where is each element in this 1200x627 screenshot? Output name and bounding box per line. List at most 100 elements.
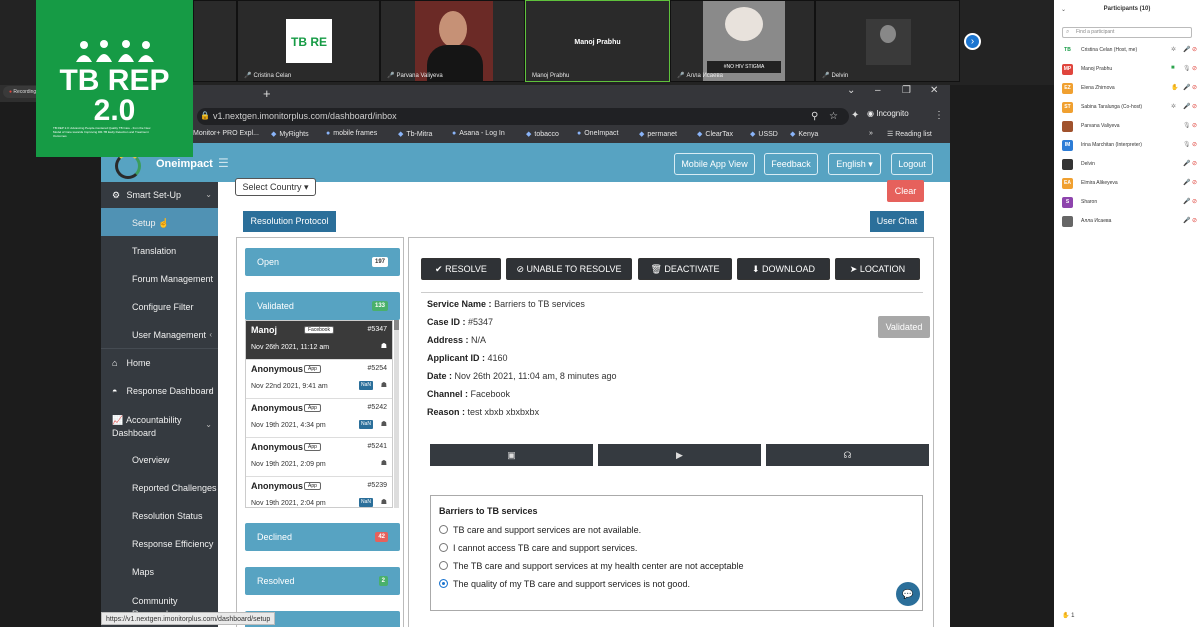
- radio-button[interactable]: [439, 561, 448, 570]
- unable-to-resolve-button[interactable]: ⊘ UNABLE TO RESOLVE: [506, 258, 632, 280]
- incognito-profile[interactable]: ◉ Incognito: [867, 109, 909, 118]
- feedback-button[interactable]: Feedback: [764, 153, 818, 175]
- reading-list[interactable]: ☰ Reading list: [887, 130, 932, 138]
- case-list-item[interactable]: Anonymous App #5242 Nov 19th 2021, 4:34 …: [246, 399, 392, 438]
- next-page-arrow-icon[interactable]: ›: [964, 33, 981, 50]
- participant-row[interactable]: EZ Elena Zhirnova ✋ 🎤 ⊘: [1062, 83, 1197, 95]
- case-list-scrollbar[interactable]: [394, 320, 399, 508]
- extensions-puzzle-icon[interactable]: ✦: [851, 110, 859, 121]
- case-list-item[interactable]: Manoj Facebook #5347 Nov 26th 2021, 11:1…: [246, 321, 392, 360]
- bookmark-item[interactable]: ◆ Kenya: [790, 130, 818, 138]
- sidebar-item-overview[interactable]: Overview: [101, 455, 218, 465]
- mobile-app-view-button[interactable]: Mobile App View: [674, 153, 755, 175]
- case-list-item[interactable]: Anonymous App #5239 Nov 19th 2021, 2:04 …: [246, 477, 392, 507]
- browser-menu-icon[interactable]: ⋮: [934, 110, 944, 121]
- case-list-item[interactable]: Anonymous App #5254 Nov 22nd 2021, 9:41 …: [246, 360, 392, 399]
- sidebar-item-response-efficiency[interactable]: Response Efficiency: [101, 539, 218, 549]
- sidebar-item-resolution-status[interactable]: Resolution Status: [101, 511, 218, 521]
- participant-row[interactable]: MP Manoj Prabhu ■ 🎙 ⊘: [1062, 64, 1197, 76]
- radio-button[interactable]: [439, 525, 448, 534]
- minimize-icon[interactable]: –: [875, 85, 881, 96]
- source-badge: App: [304, 404, 321, 412]
- more-bookmarks-chevron[interactable]: »: [869, 130, 873, 137]
- status-declined-header[interactable]: Declined 42: [245, 523, 400, 551]
- video-tile[interactable]: [193, 0, 237, 82]
- sidebar-item-home[interactable]: ⌂ Home: [101, 358, 218, 368]
- sidebar-item-forum-management[interactable]: Forum Management: [101, 274, 218, 284]
- participant-row[interactable]: IM Irina Marchitan (Interpreter) 🎙 ⊘: [1062, 140, 1197, 152]
- image-attachment-button[interactable]: ▣: [430, 444, 593, 466]
- status-validated-header[interactable]: Validated 133: [245, 292, 400, 320]
- resolve-button[interactable]: ✔ RESOLVE: [421, 258, 501, 280]
- bookmark-icon: ◆: [697, 131, 703, 138]
- scrollbar-thumb[interactable]: [394, 320, 399, 330]
- bookmark-icon: ◆: [398, 131, 404, 138]
- bookmark-item[interactable]: ◆ USSD: [750, 130, 778, 138]
- user-chat-button[interactable]: User Chat: [870, 211, 924, 232]
- video-tile[interactable]: 🎤 Parvana Valiyeva: [380, 0, 525, 82]
- new-tab-button[interactable]: +: [263, 86, 271, 101]
- sidebar-item-reported-challenges[interactable]: Reported Challenges: [101, 483, 218, 493]
- participant-row[interactable]: S Sharon 🎤 ⊘: [1062, 197, 1197, 209]
- participant-row[interactable]: Parvana Valiyeva 🎙 ⊘: [1062, 121, 1197, 133]
- participant-row[interactable]: Алла Исаева 🎤 ⊘: [1062, 216, 1197, 228]
- clear-button[interactable]: Clear: [887, 180, 924, 202]
- tile-name: 🎤 Алла Исаева: [677, 73, 723, 79]
- muted-mic-icon: 🎤: [1183, 180, 1191, 186]
- select-country-dropdown[interactable]: Select Country ▾: [235, 178, 316, 196]
- sidebar-item-maps[interactable]: Maps: [101, 567, 218, 577]
- sidebar-item-translation[interactable]: Translation: [101, 246, 218, 256]
- video-tile[interactable]: TB RE 🎤 Cristina Celan: [237, 0, 380, 82]
- participant-search-input[interactable]: ⌕ Find a participant: [1062, 27, 1192, 38]
- resolution-protocol-button[interactable]: Resolution Protocol: [243, 211, 336, 232]
- download-button[interactable]: ⬇ DOWNLOAD: [737, 258, 830, 280]
- barrier-option[interactable]: TB care and support services are not ava…: [439, 525, 641, 535]
- avatar: IM: [1062, 140, 1073, 151]
- status-resolved-header[interactable]: Resolved 2: [245, 567, 400, 595]
- audio-attachment-button[interactable]: ☊: [766, 444, 929, 466]
- restore-icon[interactable]: ❐: [902, 85, 911, 96]
- language-dropdown[interactable]: English ▾: [828, 153, 881, 175]
- video-tile[interactable]: 🎤 Delvin: [815, 0, 960, 82]
- video-tile[interactable]: #NO HIV STIGMA 🎤 Алла Исаева: [670, 0, 815, 82]
- bookmark-item[interactable]: ◆ permanet: [639, 130, 677, 138]
- bookmark-item[interactable]: ◆ ClearTax: [697, 130, 733, 138]
- bookmark-item[interactable]: Monitor+ PRO Expl...: [193, 130, 259, 137]
- sidebar-item-smart-setup[interactable]: ⚙ Smart Set-Up ⌄: [101, 190, 218, 201]
- bookmark-star-icon[interactable]: ☆: [829, 111, 838, 122]
- status-open-header[interactable]: Open 197: [245, 248, 400, 276]
- sidebar-item-accountability-dashboard[interactable]: 📈 Accountability Dashboard ⌄: [101, 414, 212, 440]
- bookmark-item[interactable]: ● OneImpact: [577, 130, 618, 137]
- bookmark-item[interactable]: ◆ tobacco: [526, 130, 559, 138]
- location-button[interactable]: ➤ LOCATION: [835, 258, 920, 280]
- radio-button-selected[interactable]: [439, 579, 448, 588]
- sidebar-item-setup[interactable]: Setup ☝: [101, 218, 218, 229]
- participant-row[interactable]: EA Elmira Alikeyeva 🎤 ⊘: [1062, 178, 1198, 190]
- location-pin-icon[interactable]: ⚲: [811, 111, 818, 122]
- video-off-icon: ⊘: [1192, 180, 1198, 186]
- participant-row[interactable]: ST Sabina Taralunga (Co-host) ✲ 🎤 ⊘: [1062, 102, 1197, 114]
- logout-button[interactable]: Logout: [891, 153, 933, 175]
- hamburger-menu-icon[interactable]: ☰: [218, 156, 229, 170]
- bookmark-item[interactable]: ◆ MyRights: [271, 130, 309, 138]
- url-field[interactable]: 🔒 v1.nextgen.imonitorplus.com/dashboard/…: [197, 108, 849, 125]
- participant-row[interactable]: TB Cristina Celan (Host, me) ✲ 🎤 ⊘: [1062, 45, 1197, 57]
- radio-button[interactable]: [439, 543, 448, 552]
- tab-search-chevron-icon[interactable]: ⌄: [847, 85, 855, 96]
- deactivate-button[interactable]: 🗑 DEACTIVATE: [638, 258, 732, 280]
- video-attachment-button[interactable]: ▶: [598, 444, 761, 466]
- video-tile-active-speaker[interactable]: Manoj Prabhu Manoj Prabhu: [525, 0, 670, 82]
- case-list-item[interactable]: Anonymous App #5241 Nov 19th 2021, 2:09 …: [246, 438, 392, 477]
- barrier-option[interactable]: I cannot access TB care and support serv…: [439, 543, 637, 553]
- sidebar-item-configure-filter[interactable]: Configure Filter: [101, 302, 218, 312]
- bookmark-item[interactable]: ● mobile frames: [326, 130, 377, 137]
- close-window-icon[interactable]: ✕: [930, 85, 938, 96]
- bookmark-item[interactable]: ◆ Tb-Mitra: [398, 130, 432, 138]
- sidebar-item-response-dashboard[interactable]: ◓ Response Dashboard ‹: [101, 386, 218, 396]
- participant-row[interactable]: Delvin 🎤 ⊘: [1062, 159, 1197, 171]
- barrier-option[interactable]: The TB care and support services at my h…: [439, 561, 744, 571]
- bookmark-item[interactable]: ● Asana - Log In: [452, 130, 505, 137]
- sidebar-item-user-management[interactable]: User Management ‹: [101, 330, 218, 340]
- barrier-option-selected[interactable]: The quality of my TB care and support se…: [439, 579, 690, 589]
- chat-bubble-icon[interactable]: 💬: [896, 582, 920, 606]
